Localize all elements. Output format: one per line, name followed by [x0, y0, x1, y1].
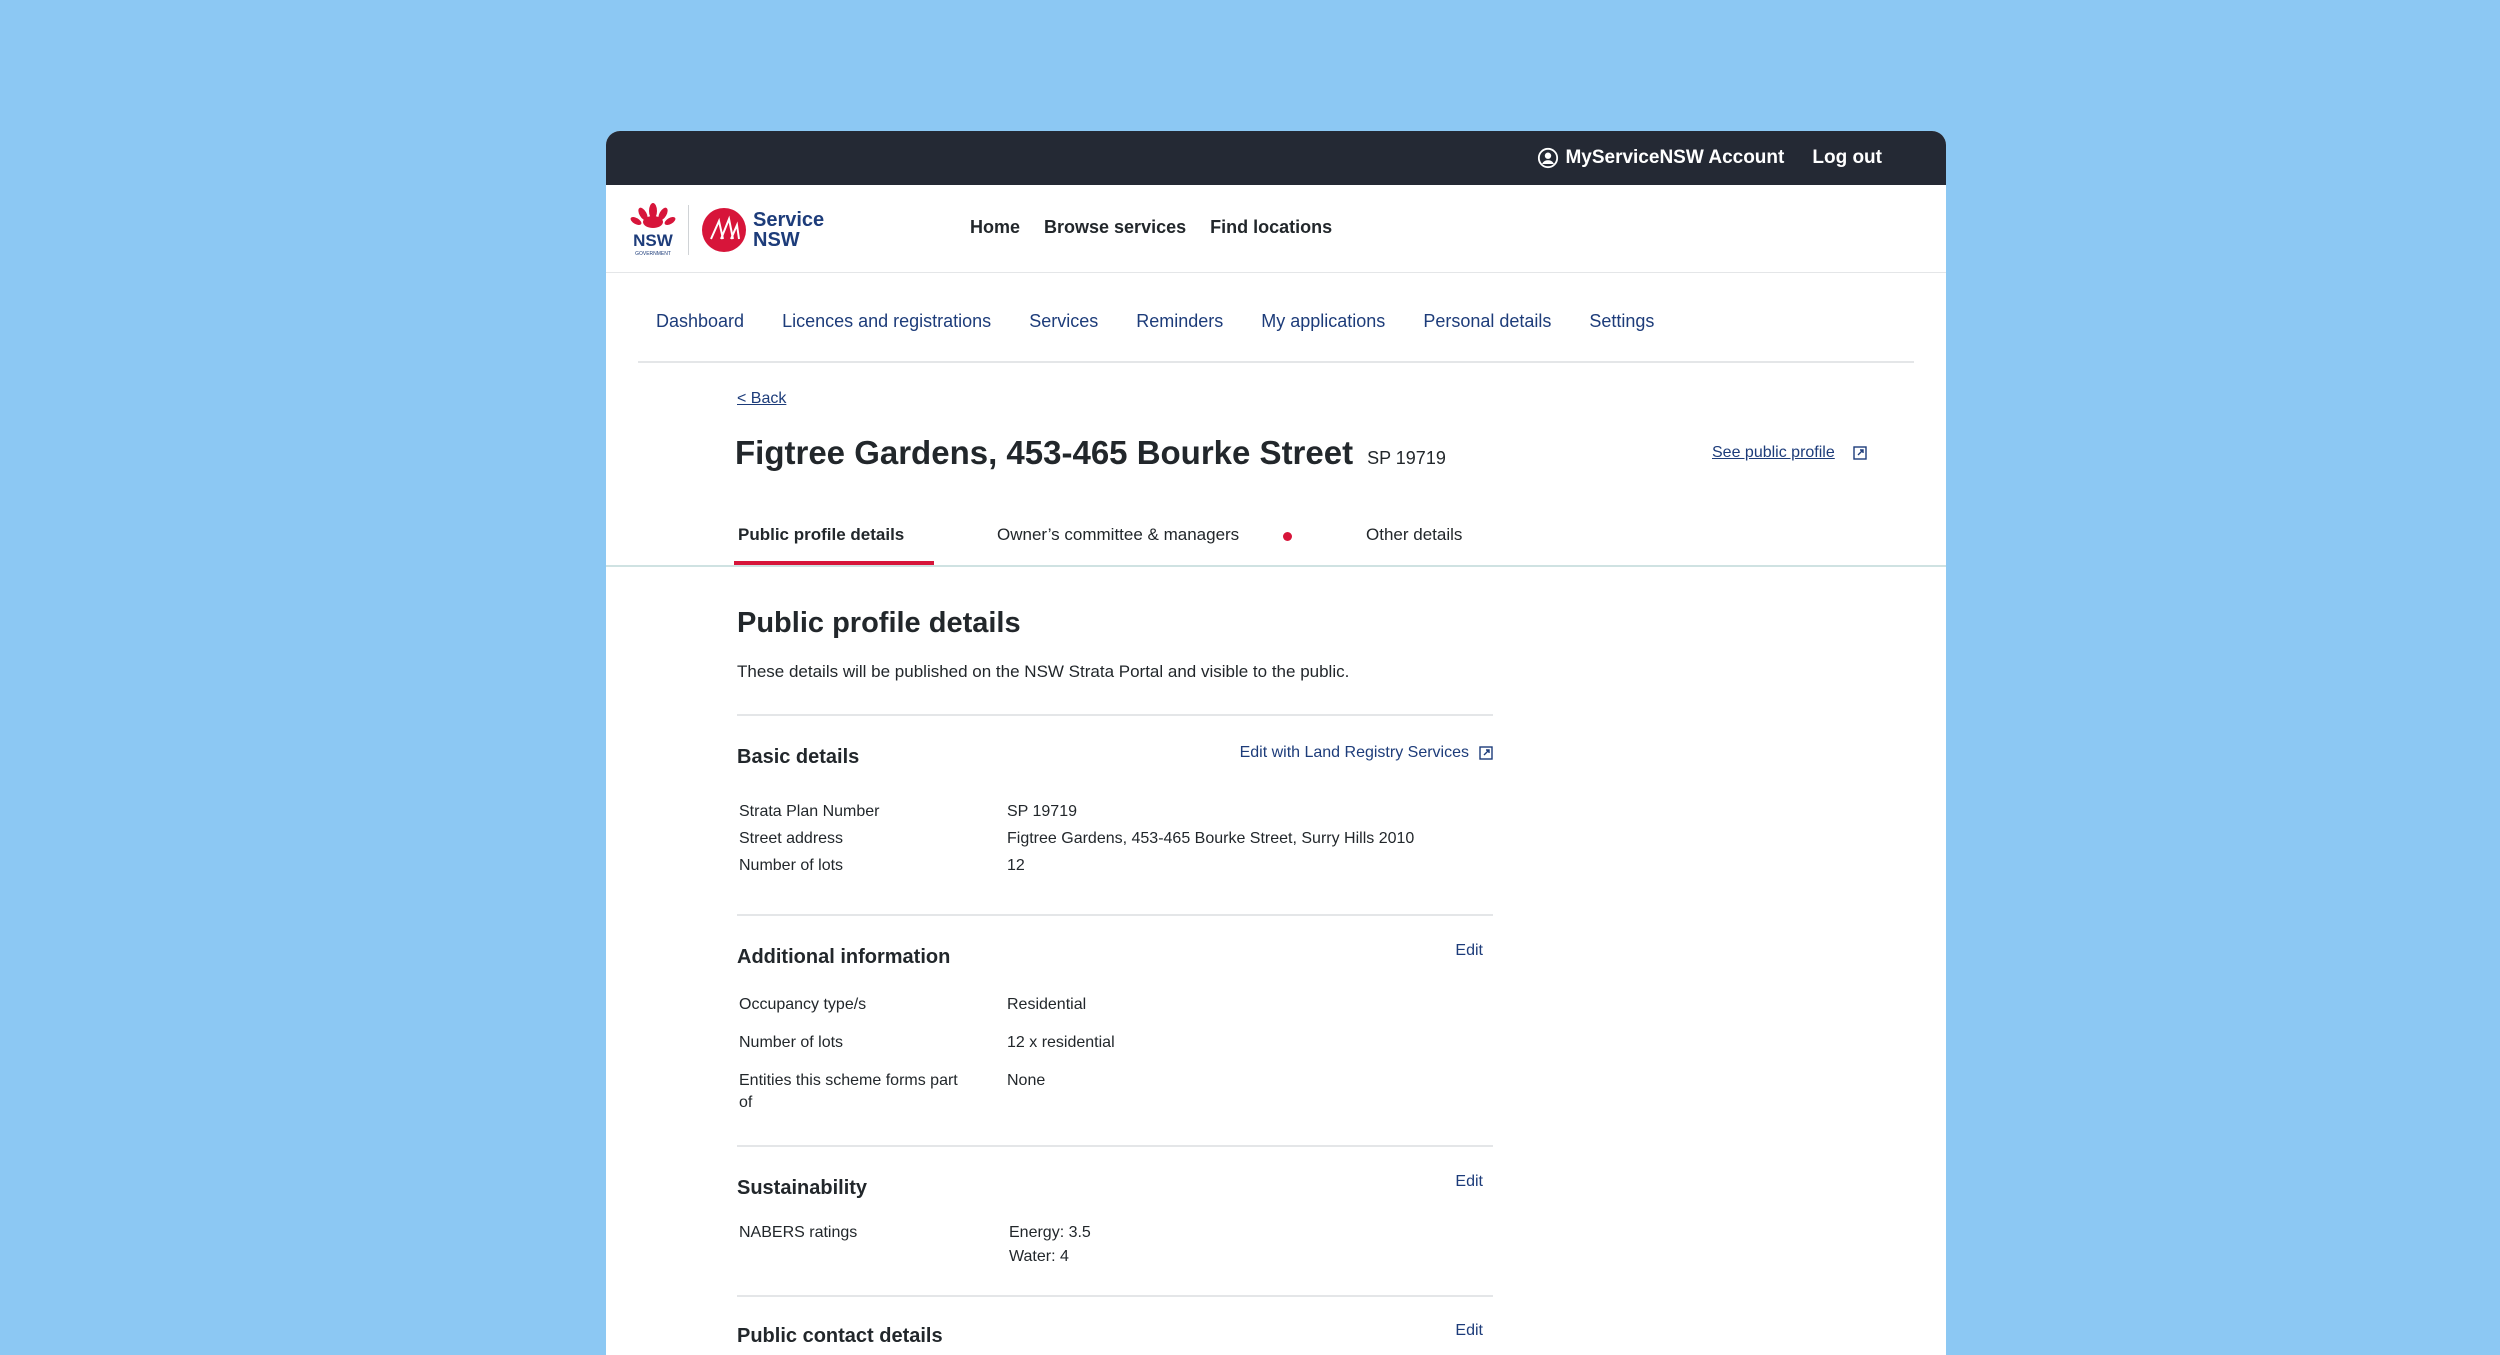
profile-tabs: Public profile details Owner’s committee… — [606, 501, 1946, 567]
public-contact-section: Public contact details Edit — [737, 1295, 1493, 1355]
active-tab-indicator — [734, 561, 934, 565]
service-nsw-text: Service NSW — [753, 210, 824, 250]
page-title-text: Figtree Gardens, 453-465 Bourke Street — [735, 434, 1354, 471]
row-label: NABERS ratings — [739, 1224, 858, 1241]
profile-content: Public profile details These details wil… — [737, 607, 1493, 1347]
see-public-profile-link[interactable]: See public profile — [1712, 444, 1867, 462]
sustainability-title: Sustainability — [737, 1177, 868, 1199]
nabers-water: Water: 4 — [1009, 1248, 1069, 1265]
subnav-reminders[interactable]: Reminders — [1136, 311, 1223, 332]
public-contact-title: Public contact details — [737, 1325, 943, 1347]
main-nav: Home Browse services Find locations — [970, 217, 1332, 238]
nav-browse-services[interactable]: Browse services — [1044, 217, 1186, 238]
service-nsw-circle-icon — [702, 208, 746, 252]
plan-number: SP 19719 — [1367, 448, 1446, 468]
row-label: Number of lots — [739, 1034, 844, 1051]
edit-contact-button[interactable]: Edit — [1455, 1322, 1483, 1340]
service-text-line2: NSW — [753, 229, 800, 251]
sustainability-section: Sustainability Edit NABERS ratings Energ… — [737, 1145, 1493, 1295]
edit-additional-button[interactable]: Edit — [1455, 942, 1483, 960]
nsw-waratah-logo-icon: NSW GOVERNMENT — [630, 203, 676, 257]
back-link[interactable]: < Back — [737, 390, 786, 408]
basic-details-title: Basic details — [737, 746, 860, 768]
notification-dot — [1283, 532, 1292, 541]
row-value: None — [1007, 1072, 1046, 1089]
logo-nsw-text: NSW — [633, 231, 674, 250]
see-public-profile-label: See public profile — [1712, 444, 1835, 461]
additional-information-title: Additional information — [737, 946, 951, 968]
row-value: SP 19719 — [1007, 803, 1077, 820]
external-link-icon — [1853, 446, 1867, 460]
row-value: 12 — [1007, 857, 1025, 874]
service-text-line1: Service — [753, 209, 825, 231]
nabers-energy: Energy: 3.5 — [1009, 1224, 1091, 1241]
basic-details-section: Basic details Edit with Land Registry Se… — [737, 714, 1493, 914]
intro-text: These details will be published on the N… — [737, 662, 1350, 681]
subnav-dashboard[interactable]: Dashboard — [656, 311, 744, 332]
browser-window: MyServiceNSW Account Log out NSW GOVERNM… — [606, 131, 1946, 1355]
subnav-licences[interactable]: Licences and registrations — [782, 311, 991, 332]
row-value: Figtree Gardens, 453-465 Bourke Street, … — [1007, 830, 1415, 847]
tab-public-profile-details[interactable]: Public profile details — [738, 525, 904, 545]
row-value: 12 x residential — [1007, 1034, 1115, 1051]
subnav-services[interactable]: Services — [1029, 311, 1098, 332]
page-title: Figtree Gardens, 453-465 Bourke Street S… — [735, 434, 1446, 472]
additional-information-section: Additional information Edit Occupancy ty… — [737, 914, 1493, 1145]
tab-owners-committee[interactable]: Owner’s committee & managers — [997, 525, 1239, 545]
tab-other-details[interactable]: Other details — [1366, 525, 1462, 545]
top-bar: MyServiceNSW Account Log out — [606, 131, 1946, 185]
account-label: MyServiceNSW Account — [1565, 147, 1785, 168]
subnav-personal-details[interactable]: Personal details — [1423, 311, 1551, 332]
row-label: Occupancy type/s — [739, 996, 867, 1013]
external-link-icon — [1479, 746, 1493, 760]
section-heading: Public profile details — [737, 607, 1021, 639]
account-link[interactable]: MyServiceNSW Account — [1537, 147, 1784, 169]
row-label: Street address — [739, 830, 844, 847]
nav-find-locations[interactable]: Find locations — [1210, 217, 1332, 238]
logout-link[interactable]: Log out — [1812, 147, 1882, 169]
subnav-my-applications[interactable]: My applications — [1261, 311, 1385, 332]
row-value: Residential — [1007, 996, 1087, 1013]
edit-land-registry-link[interactable]: Edit with Land Registry Services — [1240, 744, 1493, 762]
site-header: NSW GOVERNMENT Service NSW Home Browse s… — [606, 185, 1946, 273]
account-subnav: Dashboard Licences and registrations Ser… — [638, 311, 1914, 363]
row-label: Number of lots — [739, 857, 844, 874]
logo[interactable]: NSW GOVERNMENT Service NSW — [628, 203, 824, 257]
subnav-settings[interactable]: Settings — [1589, 311, 1654, 332]
logo-government-text: GOVERNMENT — [635, 251, 671, 257]
user-circle-icon — [1538, 147, 1559, 169]
row-label: Strata Plan Number — [739, 803, 880, 820]
logo-divider — [688, 205, 689, 255]
nav-home[interactable]: Home — [970, 217, 1020, 238]
row-label: Entities this scheme forms part of — [739, 1072, 958, 1111]
service-nsw-logo: Service NSW — [701, 207, 824, 253]
edit-sustainability-button[interactable]: Edit — [1455, 1173, 1483, 1191]
edit-land-registry-label: Edit with Land Registry Services — [1239, 744, 1469, 761]
